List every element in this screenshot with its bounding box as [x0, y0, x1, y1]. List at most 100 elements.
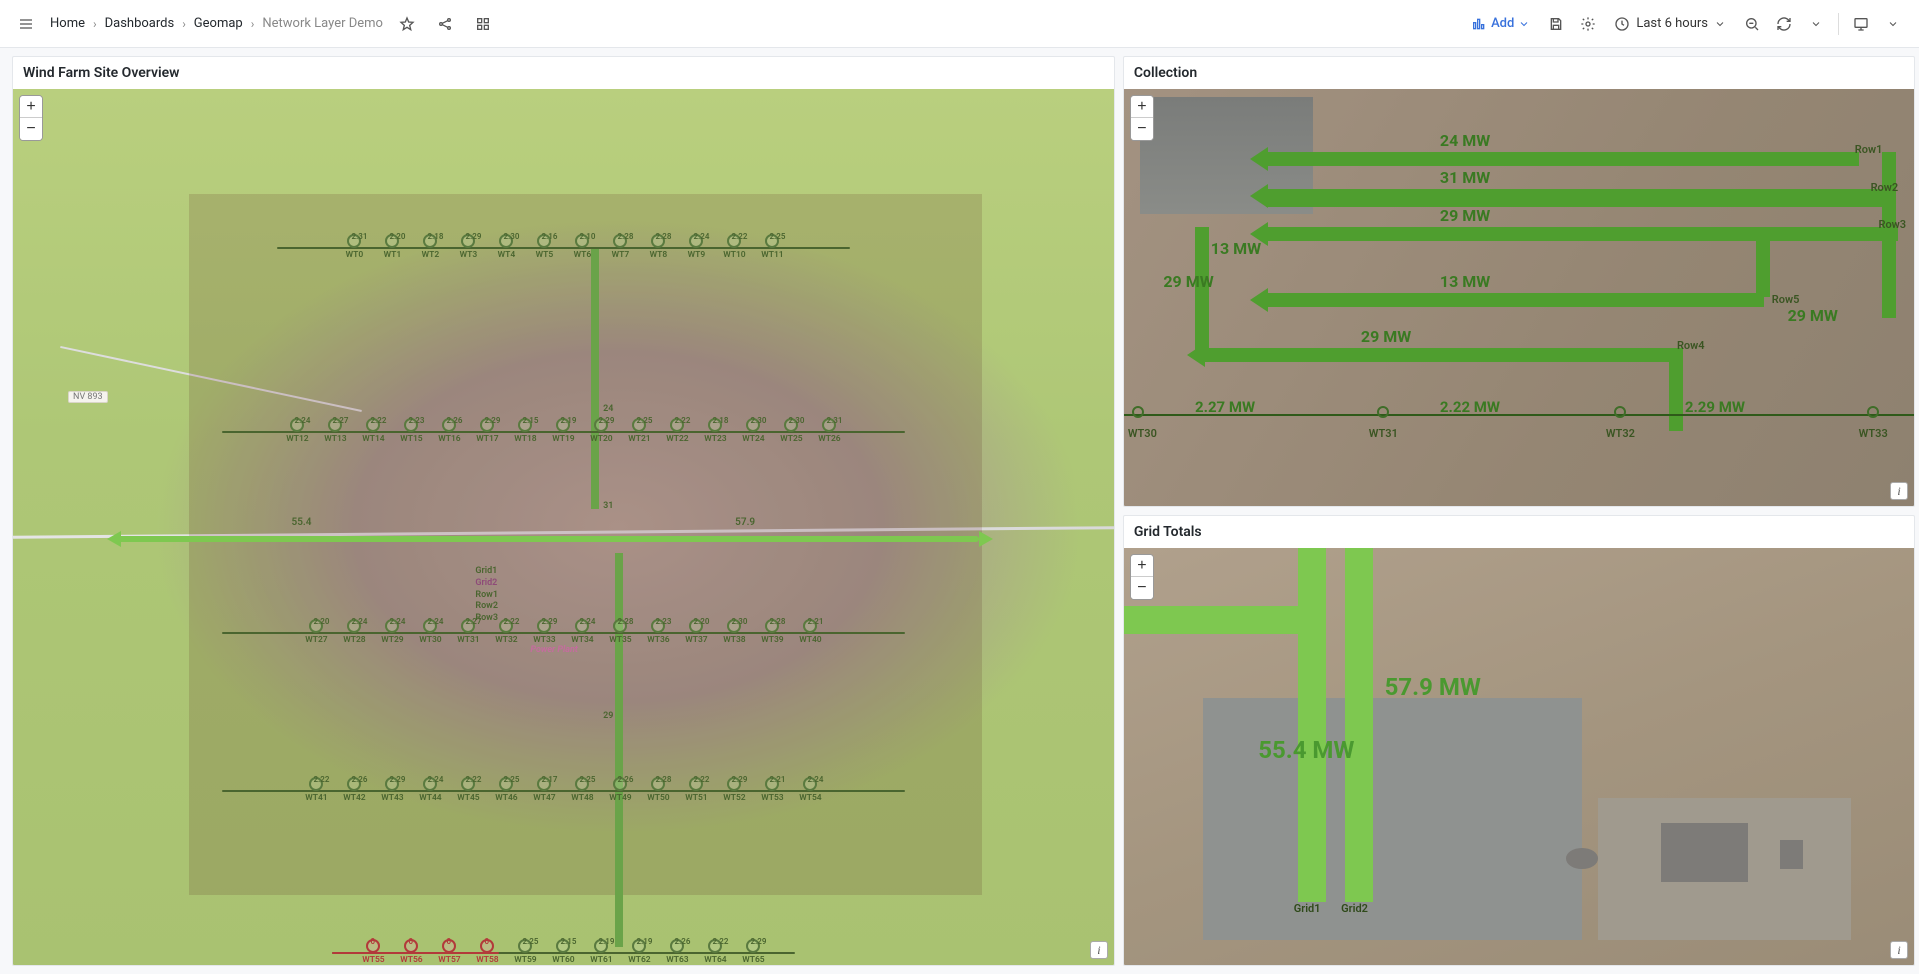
refresh-button[interactable] — [1770, 10, 1798, 38]
breadcrumb-dashboards[interactable]: Dashboards — [105, 16, 175, 31]
turbine-node — [765, 234, 779, 248]
turbine-wt46: 2.25WT46 — [487, 777, 525, 803]
turbine-label: WT38 — [723, 635, 745, 645]
turbine-value: 2.31 — [351, 232, 367, 241]
turbine-wt23: 2.18WT23 — [696, 418, 734, 444]
turbine-label: WT33 — [1859, 427, 1888, 440]
turbine-wt65: 2.29WT65 — [734, 939, 772, 965]
breadcrumb-home[interactable]: Home — [50, 16, 85, 31]
turbine-node — [1614, 406, 1626, 418]
turbine-node — [480, 418, 494, 432]
chevron-right-icon: › — [182, 17, 186, 31]
zoom-control: + − — [1130, 95, 1154, 141]
turbine-value: 2.30 — [503, 232, 519, 241]
turbine-label: WT54 — [799, 793, 821, 803]
add-label: Add — [1491, 16, 1514, 31]
apps-button[interactable] — [469, 10, 497, 38]
turbine-node — [461, 234, 475, 248]
turbine-node — [613, 234, 627, 248]
flow-arrow — [1882, 152, 1896, 319]
turbine-value: 2.30 — [731, 617, 747, 626]
save-button[interactable] — [1542, 10, 1570, 38]
map-collection[interactable]: 24 MW 31 MW 29 MW 13 MW 29 MW 13 MW 29 M… — [1124, 89, 1914, 506]
turbine-wt59: 2.25WT59 — [506, 939, 544, 965]
time-range-button[interactable]: Last 6 hours — [1606, 12, 1734, 36]
turbine-node — [290, 418, 304, 432]
zoom-out-button[interactable] — [1738, 10, 1766, 38]
turbine-node — [385, 234, 399, 248]
zoom-in-button[interactable]: + — [1131, 96, 1153, 118]
turbine-label: WT16 — [438, 434, 460, 444]
turbine-node — [423, 619, 437, 633]
turbine-value: 2.28 — [655, 232, 671, 241]
turbine-wt31: 2.27WT31 — [449, 619, 487, 645]
turbine-label: WT64 — [704, 955, 726, 965]
turbine-wt14: 2.22WT14 — [354, 418, 392, 444]
turbine-label: WT27 — [305, 635, 327, 645]
settings-button[interactable] — [1574, 10, 1602, 38]
turbine-node — [347, 234, 361, 248]
turbine-label: WT57 — [438, 955, 460, 965]
turbine-label: WT21 — [628, 434, 650, 444]
share-button[interactable] — [431, 10, 459, 38]
zoom-out-button[interactable]: − — [1131, 577, 1153, 599]
map-grid-totals[interactable]: 57.9 MW 55.4 MW Grid1 Grid2 + − i — [1124, 548, 1914, 965]
turbine-wt34: 2.24WT34 — [563, 619, 601, 645]
zoom-in-button[interactable]: + — [20, 96, 42, 118]
divider — [1838, 13, 1839, 35]
kiosk-button[interactable] — [1847, 10, 1875, 38]
turbine-label: WT52 — [723, 793, 745, 803]
zoom-out-button[interactable]: − — [20, 118, 42, 140]
turbine-label: WT30 — [419, 635, 441, 645]
turbine-value: 2.23 — [408, 416, 424, 425]
turbine-node — [461, 777, 475, 791]
turbine-label: WT12 — [286, 434, 308, 444]
turbine-value: 0 — [446, 937, 451, 946]
grid-arrow-right: 57.9 — [563, 531, 992, 547]
refresh-dropdown-button[interactable] — [1802, 10, 1830, 38]
turbine-value: 2.24 — [351, 617, 367, 626]
turbine-wt22: 2.22WT22 — [658, 418, 696, 444]
turbine-wt8: 2.28 WT8 — [639, 234, 677, 260]
favorite-button[interactable] — [393, 10, 421, 38]
turbine-node — [575, 777, 589, 791]
building — [1661, 823, 1748, 881]
turbine-label: WT6 — [574, 250, 592, 260]
add-button[interactable]: Add — [1463, 12, 1538, 36]
turbine-label: WT33 — [533, 635, 555, 645]
turbine-label: WT3 — [460, 250, 478, 260]
panel-title-collection[interactable]: Collection — [1124, 57, 1914, 89]
map-overview[interactable]: NV 893 55.4 57.9 24 31 29 Grid1 Grid2 Ro… — [13, 89, 1114, 965]
panel-collection: Collection 24 MW 31 MW 29 MW 13 MW 29 MW… — [1123, 56, 1915, 507]
breadcrumb-geomap[interactable]: Geomap — [194, 16, 243, 31]
turbine-value: 2.29 — [465, 232, 481, 241]
turbine-label: WT32 — [1606, 427, 1635, 440]
zoom-in-button[interactable]: + — [1131, 555, 1153, 577]
turbine-node — [366, 418, 380, 432]
turbine-wt35: 2.28WT35 — [601, 619, 639, 645]
menu-toggle-button[interactable] — [12, 10, 40, 38]
turbine-label: WT4 — [498, 250, 516, 260]
attribution-button[interactable]: i — [1090, 941, 1108, 959]
turbine-wt64: 2.22WT64 — [696, 939, 734, 965]
turbine-wt51: 2.22WT51 — [677, 777, 715, 803]
attribution-button[interactable]: i — [1890, 482, 1908, 500]
panel-title-overview[interactable]: Wind Farm Site Overview — [13, 57, 1114, 89]
attribution-button[interactable]: i — [1890, 941, 1908, 959]
turbine-value: 2.27 — [465, 617, 481, 626]
turbine-node — [347, 777, 361, 791]
turbine-value: 2.24 — [389, 617, 405, 626]
panel-title-grid-totals[interactable]: Grid Totals — [1124, 516, 1914, 548]
turbine-wt58: 0WT58 — [468, 939, 506, 965]
turbine-value: 0 — [370, 937, 375, 946]
zoom-out-button[interactable]: − — [1131, 118, 1153, 140]
flow-value: 55.4 — [292, 517, 312, 528]
panel-dropdown-button[interactable] — [1879, 10, 1907, 38]
turbine-node — [765, 777, 779, 791]
turbine-label: WT24 — [742, 434, 764, 444]
turbine-label: WT8 — [650, 250, 668, 260]
flow-arrow — [1669, 348, 1683, 431]
flow-value: 29 — [603, 711, 613, 723]
turbine-wt21: 2.25WT21 — [620, 418, 658, 444]
breadcrumb: Home › Dashboards › Geomap › Network Lay… — [50, 16, 383, 31]
